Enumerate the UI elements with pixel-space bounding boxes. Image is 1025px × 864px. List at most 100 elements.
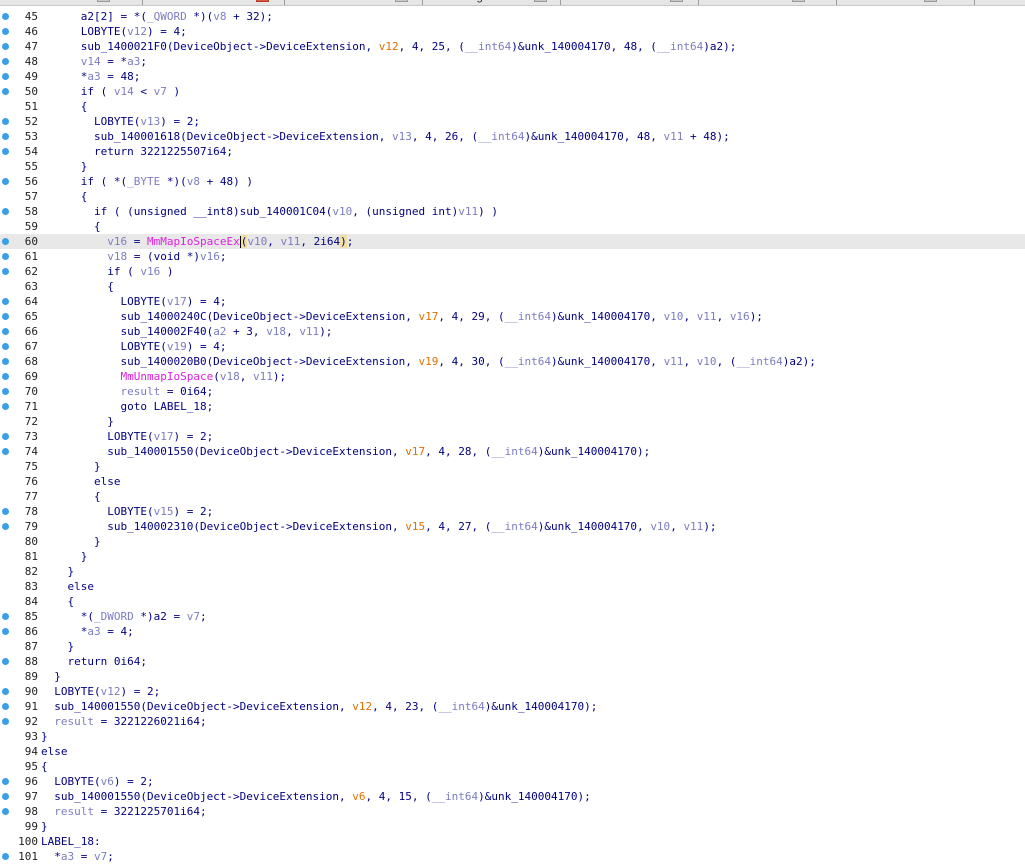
code-line[interactable]: 62 if ( v16 ) <box>0 264 1025 279</box>
code-line[interactable]: 50 if ( v14 < v7 ) <box>0 84 1025 99</box>
code-line[interactable]: 53 sub_140001618(DeviceObject->DeviceExt… <box>0 129 1025 144</box>
breakpoint-dot-icon[interactable] <box>2 148 9 155</box>
breakpoint-dot-icon[interactable] <box>2 613 9 620</box>
code-line[interactable]: 56 if ( *(_BYTE *)(v8 + 48) ) <box>0 174 1025 189</box>
code-line[interactable]: 77 { <box>0 489 1025 504</box>
breakpoint-dot-icon[interactable] <box>2 313 9 320</box>
tab-hex-view-1[interactable]: Hex View-1 <box>730 0 806 5</box>
code-line[interactable]: 59 { <box>0 219 1025 234</box>
code-line[interactable]: 79 sub_140002310(DeviceObject->DeviceExt… <box>0 519 1025 534</box>
breakpoint-dot-icon[interactable] <box>2 13 9 20</box>
breakpoint-dot-icon[interactable] <box>2 373 9 380</box>
breakpoint-dot-icon[interactable] <box>2 448 9 455</box>
tab-pseudocode-a[interactable]: Pseudocode-A <box>592 0 684 5</box>
code-line[interactable]: 74 sub_140001550(DeviceObject->DeviceExt… <box>0 444 1025 459</box>
code-line[interactable]: 69 MmUnmapIoSpace(v18, v11); <box>0 369 1025 384</box>
breakpoint-dot-icon[interactable] <box>2 73 9 80</box>
breakpoint-dot-icon[interactable] <box>2 133 9 140</box>
code-line[interactable]: 68 sub_1400020B0(DeviceObject->DeviceExt… <box>0 354 1025 369</box>
code-line[interactable]: 72 } <box>0 414 1025 429</box>
code-line[interactable]: 95{ <box>0 759 1025 774</box>
code-line[interactable]: 60 v16 = MmMapIoSpaceEx(v10, v11, 2i64); <box>0 234 1025 249</box>
close-icon[interactable] <box>256 0 270 2</box>
code-line[interactable]: 84 { <box>0 594 1025 609</box>
close-icon[interactable] <box>924 0 938 2</box>
breakpoint-dot-icon[interactable] <box>2 178 9 185</box>
breakpoint-dot-icon[interactable] <box>2 208 9 215</box>
code-line[interactable]: 97 sub_140001550(DeviceObject->DeviceExt… <box>0 789 1025 804</box>
code-line[interactable]: 90 LOBYTE(v12) = 2; <box>0 684 1025 699</box>
code-line[interactable]: 52 LOBYTE(v13) = 2; <box>0 114 1025 129</box>
code-line[interactable]: 45 a2[2] = *(_QWORD *)(v8 + 32); <box>0 9 1025 24</box>
code-line[interactable]: 88 return 0i64; <box>0 654 1025 669</box>
code-line[interactable]: 94 else <box>0 744 1025 759</box>
code-line[interactable]: 76 else <box>0 474 1025 489</box>
tab-pseudocode-d[interactable]: Pseudocode-D <box>316 0 408 5</box>
code-line[interactable]: 61 v18 = (void *)v16; <box>0 249 1025 264</box>
breakpoint-dot-icon[interactable] <box>2 523 9 530</box>
code-line[interactable]: 47 sub_1400021F0(DeviceObject->DeviceExt… <box>0 39 1025 54</box>
code-line[interactable]: 67 LOBYTE(v19) = 4; <box>0 339 1025 354</box>
breakpoint-dot-icon[interactable] <box>2 703 9 710</box>
breakpoint-dot-icon[interactable] <box>2 403 9 410</box>
breakpoint-dot-icon[interactable] <box>2 298 9 305</box>
code-line[interactable]: 57 { <box>0 189 1025 204</box>
code-line[interactable]: 70 result = 0i64; <box>0 384 1025 399</box>
breakpoint-dot-icon[interactable] <box>2 433 9 440</box>
close-icon[interactable] <box>792 0 806 2</box>
code-line[interactable]: 87 } <box>0 639 1025 654</box>
code-line[interactable]: 93} <box>0 729 1025 744</box>
code-line[interactable]: 63 { <box>0 279 1025 294</box>
code-line[interactable]: 80 } <box>0 534 1025 549</box>
breakpoint-dot-icon[interactable] <box>2 43 9 50</box>
breakpoint-dot-icon[interactable] <box>2 658 9 665</box>
breakpoint-dot-icon[interactable] <box>2 358 9 365</box>
breakpoint-dot-icon[interactable] <box>2 253 9 260</box>
close-icon[interactable] <box>97 0 111 2</box>
breakpoint-dot-icon[interactable] <box>2 88 9 95</box>
code-line[interactable]: 54 return 3221225507i64; <box>0 144 1025 159</box>
breakpoint-dot-icon[interactable] <box>2 388 9 395</box>
breakpoint-dot-icon[interactable] <box>2 718 9 725</box>
tab-structures[interactable]: Structures <box>868 0 938 5</box>
code-line[interactable]: 81 } <box>0 549 1025 564</box>
code-line[interactable]: 98 result = 3221225701i64; <box>0 804 1025 819</box>
code-line[interactable]: 71 goto LABEL_18; <box>0 399 1025 414</box>
code-line[interactable]: 48 v14 = *a3; <box>0 54 1025 69</box>
code-line[interactable]: 86 *a3 = 4; <box>0 624 1025 639</box>
code-line[interactable]: 58 if ( (unsigned __int8)sub_140001C04(v… <box>0 204 1025 219</box>
breakpoint-dot-icon[interactable] <box>2 118 9 125</box>
code-line[interactable]: 65 sub_14000240C(DeviceObject->DeviceExt… <box>0 309 1025 324</box>
tab-strings-window[interactable]: Strings window <box>454 0 547 5</box>
close-icon[interactable] <box>394 0 408 2</box>
code-line[interactable]: 99} <box>0 819 1025 834</box>
code-line[interactable]: 51 { <box>0 99 1025 114</box>
code-line[interactable]: 64 LOBYTE(v17) = 4; <box>0 294 1025 309</box>
breakpoint-dot-icon[interactable] <box>2 238 9 245</box>
code-line[interactable]: 46 LOBYTE(v12) = 4; <box>0 24 1025 39</box>
breakpoint-dot-icon[interactable] <box>2 343 9 350</box>
breakpoint-dot-icon[interactable] <box>2 793 9 800</box>
breakpoint-dot-icon[interactable] <box>2 628 9 635</box>
breakpoint-dot-icon[interactable] <box>2 508 9 515</box>
close-icon[interactable] <box>670 0 684 2</box>
code-line[interactable]: 78 LOBYTE(v15) = 2; <box>0 504 1025 519</box>
breakpoint-dot-icon[interactable] <box>2 808 9 815</box>
code-line[interactable]: 91 sub_140001550(DeviceObject->DeviceExt… <box>0 699 1025 714</box>
code-line[interactable]: 82 } <box>0 564 1025 579</box>
code-line[interactable]: 75 } <box>0 459 1025 474</box>
code-line[interactable]: 83 else <box>0 579 1025 594</box>
code-line[interactable]: 73 LOBYTE(v17) = 2; <box>0 429 1025 444</box>
breakpoint-dot-icon[interactable] <box>2 328 9 335</box>
breakpoint-dot-icon[interactable] <box>2 28 9 35</box>
breakpoint-dot-icon[interactable] <box>2 688 9 695</box>
code-line[interactable]: 66 sub_140002F40(a2 + 3, v18, v11); <box>0 324 1025 339</box>
code-line[interactable]: 85 *(_DWORD *)a2 = v7; <box>0 609 1025 624</box>
code-line[interactable]: 96 LOBYTE(v6) = 2; <box>0 774 1025 789</box>
tab-ida-view-a[interactable]: IDA View-A <box>36 0 111 5</box>
code-line[interactable]: 100 LABEL_18: <box>0 834 1025 849</box>
close-icon[interactable] <box>533 0 547 2</box>
tab-pseudocode-b[interactable]: Pseudocode-B <box>178 0 270 5</box>
breakpoint-dot-icon[interactable] <box>2 268 9 275</box>
code-line[interactable]: 92 result = 3221226021i64; <box>0 714 1025 729</box>
